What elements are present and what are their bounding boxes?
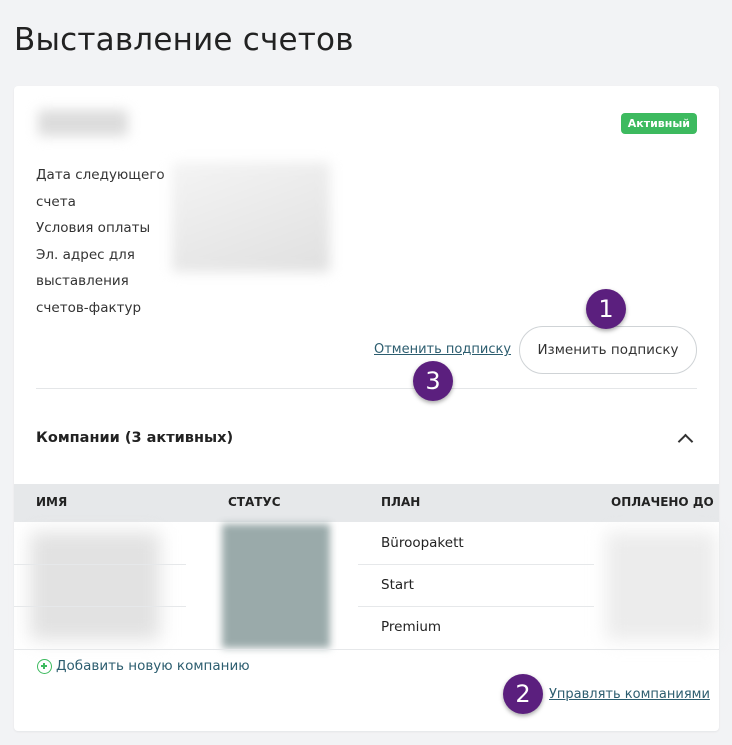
payment-terms-label: Условия оплаты [36, 220, 151, 236]
invoice-email-label-line3: счетов-фактур [36, 299, 142, 316]
companies-section-title: Компании (3 активных) [36, 430, 234, 446]
companies-table-header: ИМЯ СТАТУС ПЛАН ОПЛАЧЕНО ДО [14, 484, 719, 522]
billing-card: Активный Дата следующего счета Условия о… [14, 86, 719, 731]
chevron-up-icon[interactable] [677, 433, 694, 450]
row-divider [358, 564, 594, 565]
section-divider [36, 388, 697, 389]
blurred-company-names [30, 532, 160, 640]
invoice-email-label-line1: Эл. адрес для [36, 246, 135, 263]
next-invoice-label-line2: счета [36, 193, 76, 210]
column-header-plan: ПЛАН [381, 495, 421, 509]
callout-marker-2: 2 [503, 674, 543, 714]
plus-circle-icon [37, 658, 52, 674]
add-company-button[interactable]: Добавить новую компанию [37, 658, 250, 674]
page-title: Выставление счетов [14, 22, 354, 58]
row-divider [358, 606, 594, 607]
blurred-company-status [222, 524, 330, 648]
column-header-paid-until: ОПЛАЧЕНО ДО [611, 495, 714, 509]
status-badge: Активный [620, 113, 697, 134]
change-subscription-button[interactable]: Изменить подписку [519, 326, 697, 374]
table-row-plan: Premium [381, 619, 442, 635]
table-row-plan: Büroopakett [381, 535, 464, 551]
callout-marker-3: 3 [413, 361, 453, 401]
table-row-plan: Start [381, 577, 414, 593]
add-company-label: Добавить новую компанию [56, 658, 250, 674]
invoice-email-label-line2: выставления [36, 273, 129, 289]
row-divider [14, 564, 186, 565]
blurred-subscription-values [172, 162, 330, 272]
subscription-details-labels: Дата следующего счета Условия оплаты Эл.… [36, 162, 166, 321]
column-header-name: ИМЯ [36, 495, 68, 509]
blurred-subscription-name [38, 110, 128, 136]
column-header-status: СТАТУС [228, 495, 281, 509]
blurred-paid-until [606, 532, 716, 640]
callout-marker-1: 1 [586, 289, 626, 329]
manage-companies-link[interactable]: Управлять компаниями [549, 687, 710, 702]
next-invoice-label-line1: Дата следующего [36, 167, 165, 183]
row-divider [14, 649, 719, 650]
row-divider [14, 606, 186, 607]
cancel-subscription-link[interactable]: Отменить подписку [374, 342, 511, 357]
